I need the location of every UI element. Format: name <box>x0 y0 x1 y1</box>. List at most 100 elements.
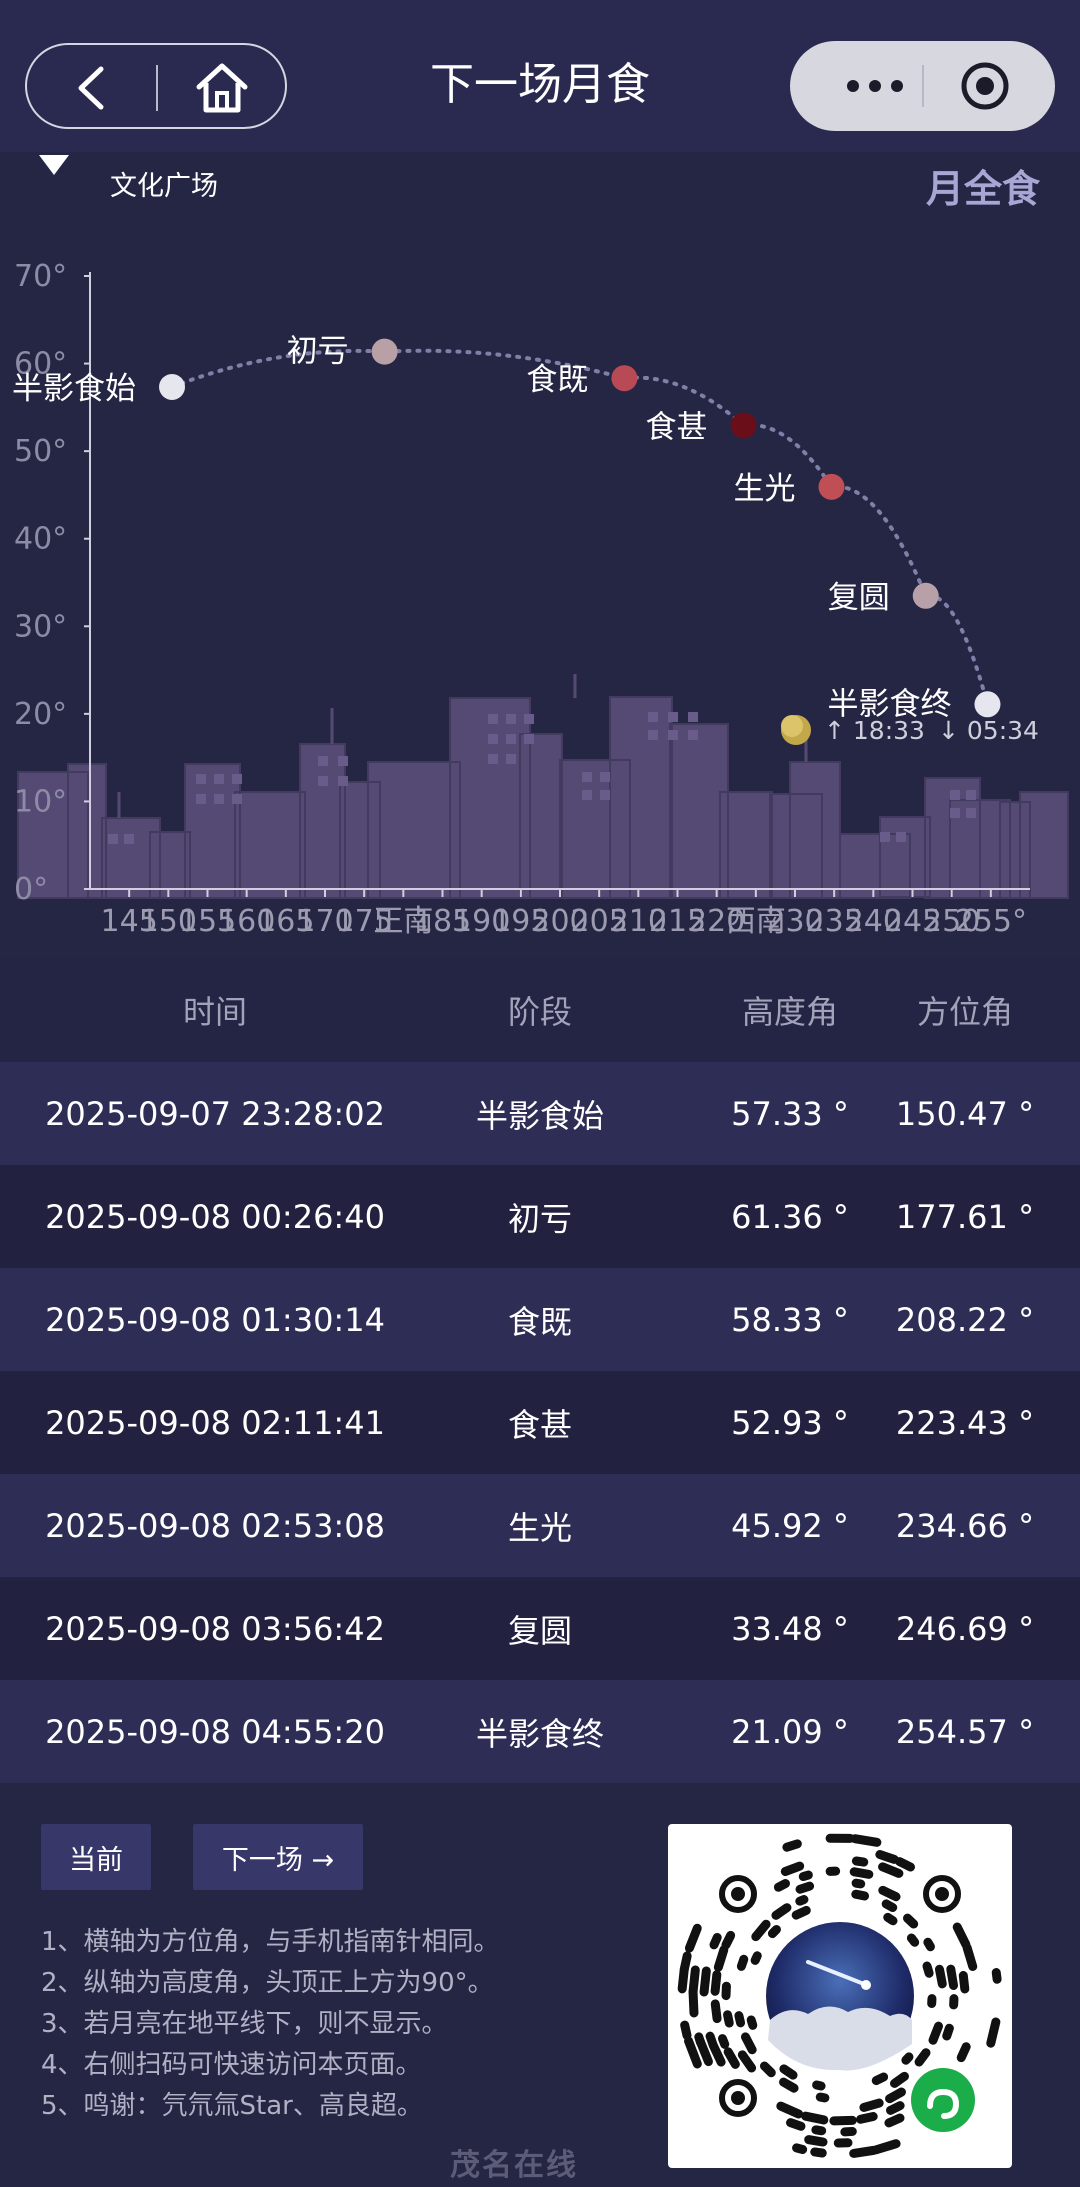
eclipse-point-label: 半影食始 <box>12 371 136 407</box>
eclipse-point-label: 复圆 <box>828 580 890 616</box>
building-window <box>950 808 960 818</box>
qr-module <box>688 1965 700 1997</box>
next-eclipse-button[interactable]: 下一场 → <box>193 1824 363 1890</box>
qr-module <box>684 1923 702 1953</box>
building-window <box>648 730 658 740</box>
qr-module <box>713 1945 729 1972</box>
qr-module <box>902 1913 919 1929</box>
qr-code-icon <box>677 1833 1002 2158</box>
moon-path <box>170 348 990 707</box>
qr-module <box>705 2031 718 2050</box>
cell-azimuth: 208.22 ° <box>895 1300 1035 1339</box>
table-row: 2025-09-07 23:28:02 半影食始 57.33 ° 150.47 … <box>0 1062 1080 1165</box>
miniprogram-qr-code[interactable] <box>668 1824 1012 2168</box>
qr-module <box>680 2020 692 2040</box>
building-window <box>506 734 516 744</box>
cell-azimuth: 223.43 ° <box>895 1403 1035 1442</box>
building-window <box>600 790 610 800</box>
current-button[interactable]: 当前 <box>41 1824 151 1890</box>
qr-module <box>710 1999 722 2024</box>
building <box>300 744 345 898</box>
qr-module <box>723 2010 734 2028</box>
building-window <box>668 712 678 722</box>
qr-module <box>850 1834 882 1847</box>
qr-module <box>956 2042 971 2063</box>
y-tick-label: 0° <box>14 872 48 907</box>
building-window <box>582 772 592 782</box>
header-time: 时间 <box>182 993 247 1031</box>
building-window <box>214 774 224 784</box>
qr-module <box>812 2080 826 2091</box>
qr-module <box>795 1881 815 1894</box>
cell-phase: 初亏 <box>507 1199 572 1238</box>
building-window <box>688 712 698 722</box>
eclipse-point <box>371 338 398 365</box>
qr-module <box>991 1968 1002 1984</box>
qr-module <box>883 1912 898 1926</box>
home-icon[interactable] <box>193 59 251 117</box>
back-icon[interactable] <box>67 63 117 113</box>
qr-module <box>721 1930 736 1950</box>
cell-azimuth: 150.47 ° <box>895 1094 1035 1133</box>
more-icon[interactable] <box>835 66 915 106</box>
cell-time: 2025-09-08 04:55:20 <box>45 1712 385 1751</box>
qr-module <box>886 2101 905 2115</box>
y-tick-label: 10° <box>14 784 67 819</box>
eclipse-point-label: 生光 <box>734 471 796 507</box>
cell-azimuth: 234.66 ° <box>895 1506 1035 1545</box>
qr-module <box>934 1964 947 1989</box>
note-item: 4、右侧扫码可快速访问本页面。 <box>41 2050 422 2080</box>
qr-module <box>958 1971 970 1994</box>
building-window <box>688 730 698 740</box>
cell-phase: 复圆 <box>507 1611 572 1650</box>
qr-module <box>740 2032 757 2055</box>
note-item: 3、若月亮在地平线下，则不显示。 <box>41 2009 448 2039</box>
building <box>880 817 930 897</box>
building-window <box>966 808 976 818</box>
qr-module <box>849 2145 879 2158</box>
eclipse-point-label: 食甚 <box>646 409 708 445</box>
building-window <box>232 794 242 804</box>
qr-module <box>767 1924 781 1939</box>
building-window <box>124 834 134 844</box>
qr-module <box>851 1856 869 1867</box>
eclipse-point <box>730 412 757 439</box>
y-tick-label: 30° <box>14 609 67 644</box>
qr-module <box>871 2139 901 2155</box>
moonset-time: ↓ 05:34 <box>938 716 1039 745</box>
notes-list: 1、横轴为方位角，与手机指南针相同。 2、纵轴为高度角，头顶正上方为90°。 3… <box>41 1922 661 2127</box>
capsule-divider <box>922 65 924 107</box>
table-row: 2025-09-08 02:53:08 生光 45.92 ° 234.66 ° <box>0 1474 1080 1577</box>
table-row: 2025-09-08 02:11:41 食甚 52.93 ° 223.43 ° <box>0 1371 1080 1474</box>
table-row: 2025-09-08 04:55:20 半影食终 21.09 ° 254.57 … <box>0 1680 1080 1783</box>
cell-time: 2025-09-08 00:26:40 <box>45 1197 385 1236</box>
qr-module <box>849 1867 874 1879</box>
eclipse-point <box>974 691 1001 718</box>
close-miniprogram-icon[interactable] <box>958 59 1012 113</box>
building-window <box>600 772 610 782</box>
table-row: 2025-09-08 00:26:40 初亏 61.36 ° 177.61 ° <box>0 1165 1080 1268</box>
qr-module <box>795 1895 809 1906</box>
cell-azimuth: 177.61 ° <box>895 1197 1035 1236</box>
qr-module <box>986 2017 1001 2048</box>
cell-phase: 生光 <box>507 1508 572 1547</box>
building-window <box>966 790 976 800</box>
building-window <box>318 776 328 786</box>
building-window <box>506 714 516 724</box>
qr-module <box>922 1961 934 1978</box>
qr-module <box>694 2032 706 2048</box>
y-tick-label: 50° <box>14 434 67 469</box>
qr-module <box>890 2071 909 2088</box>
watermark: 茂名在线 <box>450 2148 578 2183</box>
qr-module <box>856 2112 878 2124</box>
table-header: 时间 阶段 高度角 方位角 <box>0 958 1080 1062</box>
qr-module <box>736 1954 749 1971</box>
qr-module <box>942 2023 954 2041</box>
note-item: 1、横轴为方位角，与手机指南针相同。 <box>41 1927 500 1957</box>
qr-module <box>946 1964 959 1991</box>
qr-module <box>746 2015 758 2030</box>
cell-azimuth: 246.69 ° <box>895 1609 1035 1648</box>
building-window <box>318 756 328 766</box>
building <box>520 734 562 898</box>
nav-bar: 下一场月食 <box>0 0 1080 152</box>
